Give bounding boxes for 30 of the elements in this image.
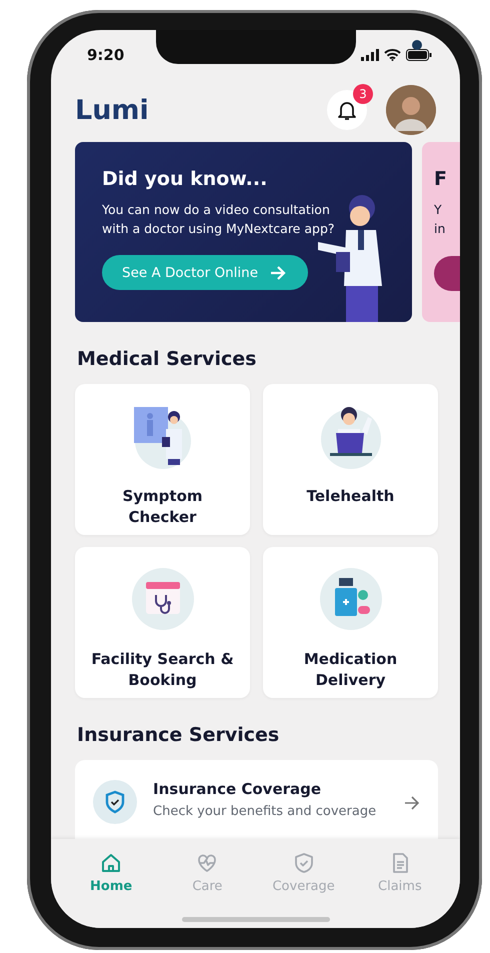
banner-button[interactable] [434, 256, 460, 291]
service-label: Telehealth [306, 486, 394, 507]
service-card[interactable]: Medication Delivery [263, 547, 438, 698]
camera-dot [412, 40, 422, 50]
banner-text: You can now do a video consultation with a doctor using MyNextcare app? [102, 201, 336, 238]
service-card[interactable]: Facility Search & Booking [75, 547, 250, 698]
notification-button[interactable] [327, 90, 367, 130]
banner-title: F [434, 168, 448, 190]
notification-badge: 3 [353, 84, 373, 104]
wifi-icon [384, 49, 401, 61]
banner-title: Did you know... [102, 168, 268, 190]
battery-icon [406, 49, 432, 61]
signal-icon [361, 49, 379, 61]
shield-check-icon [93, 780, 137, 824]
avatar[interactable] [386, 85, 436, 135]
service-label: Facility Search & Booking [90, 649, 235, 691]
arrow-right-icon [270, 266, 286, 280]
service-label: Medication Delivery [302, 649, 398, 691]
service-card[interactable]: Telehealth [263, 384, 438, 535]
insurance-title: Insurance Coverage [153, 780, 322, 798]
app-logo: Lumi [75, 94, 150, 126]
section-heading: Insurance Services [77, 724, 280, 746]
service-label: Symptom Checker [121, 486, 204, 528]
insurance-subtitle: Check your benefits and coverage [153, 804, 378, 819]
insurance-card[interactable]: Insurance Coverage Check your benefits and coverage [75, 760, 438, 839]
arrow-right-icon [404, 796, 420, 810]
service-card[interactable]: Symptom Checker [75, 384, 250, 535]
section-heading: Medical Services [77, 348, 258, 370]
banner-text: Y in [434, 201, 446, 238]
status-time: 9:20 [87, 46, 124, 64]
